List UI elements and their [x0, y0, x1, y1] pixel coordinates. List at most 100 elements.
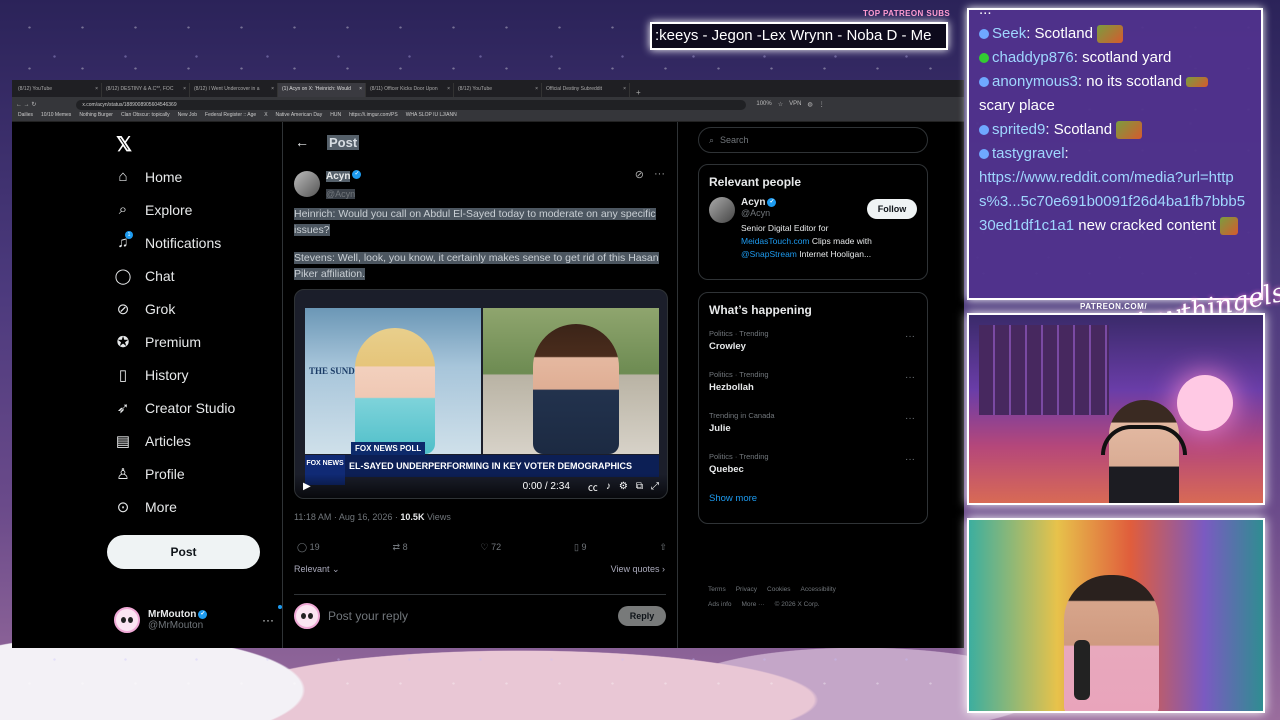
- person-avatar[interactable]: [709, 197, 735, 223]
- back-arrow-icon[interactable]: ←: [295, 134, 309, 150]
- reply-button[interactable]: Reply: [618, 606, 666, 626]
- post-author[interactable]: Acyn ✓ @Acyn: [294, 166, 362, 202]
- emote-icon: [1186, 77, 1209, 88]
- bookmark-item[interactable]: Clan Obscur: topically: [121, 112, 170, 121]
- more-dots-icon[interactable]: ···: [905, 372, 915, 383]
- address-input[interactable]: x.com/acyn/status/1889008905604546369: [76, 99, 747, 110]
- post-column: ← Post Acyn ✓ @Acyn ⊘ ··· Heinrich: Would…: [282, 122, 678, 648]
- nav-history[interactable]: ▯ History: [114, 366, 189, 384]
- view-quotes-link[interactable]: View quotes ›: [611, 564, 665, 574]
- close-tab-icon[interactable]: ×: [183, 86, 186, 92]
- article-icon: ▤: [115, 433, 131, 450]
- bookmark-item[interactable]: Nothing Burger: [79, 112, 113, 121]
- share-icon[interactable]: ⇧: [659, 542, 667, 553]
- follow-button[interactable]: Follow: [867, 199, 917, 219]
- repost-icon: ⇄: [392, 542, 401, 552]
- trend-item[interactable]: Politics · Trending Crowley ···: [699, 325, 927, 366]
- play-icon[interactable]: ▶: [303, 481, 311, 492]
- browser-tab[interactable]: (8/12) I Went Undercover in a ×: [190, 83, 278, 97]
- trend-item[interactable]: Politics · Trending Quebec ···: [699, 448, 927, 489]
- bookmark-item[interactable]: WHA SLOP IU LJ/ANN: [406, 112, 457, 121]
- nav-profile[interactable]: ♙ Profile: [114, 465, 184, 483]
- browser-tab[interactable]: (8/12) YouTube ×: [454, 83, 542, 97]
- url-bar: ← → ↻ x.com/acyn/status/1889008905604546…: [12, 97, 964, 112]
- x-page: 𝕏 ⌂ Home ⌕ Explore ♫ 1 Notifications ◯ Chat ⊘…: [12, 122, 964, 648]
- bookmark-item[interactable]: New Job: [178, 112, 197, 121]
- like-action[interactable]: ♡ 72: [481, 542, 502, 553]
- browser-tab[interactable]: (8/12) DESTINY & A.C**, FOC ×: [102, 83, 190, 97]
- bookmark-item[interactable]: HUN: [330, 112, 341, 121]
- star-icon[interactable]: ☆: [778, 101, 783, 108]
- bookmark-item[interactable]: Dailies: [18, 112, 33, 121]
- close-tab-icon[interactable]: ×: [447, 86, 450, 92]
- nav-chat[interactable]: ◯ Chat: [114, 267, 175, 285]
- close-tab-icon[interactable]: ×: [535, 86, 538, 92]
- account-switcher[interactable]: MrMouton ✓ @MrMouton ···: [114, 605, 282, 633]
- chat-message: Seek: Scotland: [979, 22, 1251, 46]
- volume-icon[interactable]: ♪: [606, 481, 611, 492]
- patreon-ticker: :keeys - Jegon -Lex Wrynn - Noba D - Me: [650, 22, 948, 50]
- nav-home[interactable]: ⌂ Home: [114, 168, 182, 185]
- browser-tab[interactable]: (8/11) Officer Kicks Door Upon ×: [366, 83, 454, 97]
- browser-tab-active[interactable]: (1) Acyn on X: 'Heinrich: Would ×: [278, 83, 366, 97]
- bookmark-item[interactable]: https://i.imgur.com/PS: [349, 112, 398, 121]
- grok-explain-icon[interactable]: ⊘: [635, 168, 644, 181]
- zoom-level[interactable]: 100%: [756, 101, 771, 108]
- nav-explore[interactable]: ⌕ Explore: [114, 201, 193, 218]
- reply-input[interactable]: Post your reply: [328, 609, 610, 623]
- forward-icon[interactable]: →: [24, 102, 30, 108]
- emote-icon: [1220, 217, 1239, 236]
- trend-item[interactable]: Trending in Canada Julie ···: [699, 407, 927, 448]
- nav-creator-studio[interactable]: ➶ Creator Studio: [114, 399, 236, 417]
- notification-badge: 1: [125, 231, 133, 239]
- captions-icon[interactable]: ㏄: [588, 479, 598, 494]
- bookmark-action[interactable]: ▯ 9: [574, 542, 586, 553]
- browser-tab[interactable]: Official Destiny Subreddit ×: [542, 83, 630, 97]
- nav-grok[interactable]: ⊘ Grok: [114, 300, 176, 318]
- repost-action[interactable]: ⇄ 8: [393, 542, 408, 553]
- relevant-person[interactable]: Acyn ✓ @Acyn Senior Digital Editor for Me…: [699, 189, 927, 269]
- bookmark-item[interactable]: Federal Register :: Age: [205, 112, 256, 121]
- close-tab-icon[interactable]: ×: [95, 86, 98, 92]
- more-dots-icon[interactable]: ···: [262, 613, 274, 627]
- bookmark-item[interactable]: Native American Day: [276, 112, 323, 121]
- vpn-badge[interactable]: VPN: [789, 101, 801, 108]
- more-dots-icon[interactable]: ···: [905, 454, 915, 465]
- more-dots-icon[interactable]: ···: [654, 168, 665, 181]
- more-dots-icon[interactable]: ···: [905, 331, 915, 342]
- post-button[interactable]: Post: [107, 535, 260, 569]
- fullscreen-icon[interactable]: ⤢: [651, 481, 659, 492]
- close-tab-icon[interactable]: ×: [359, 86, 362, 92]
- close-tab-icon[interactable]: ×: [623, 86, 626, 92]
- author-avatar[interactable]: [294, 171, 320, 197]
- video-player[interactable]: THE SUNDA FOX NEWS POLL EL-SAYED UNDERPE…: [294, 289, 668, 499]
- search-input[interactable]: ⌕ Search: [698, 127, 928, 153]
- nav-notifications[interactable]: ♫ 1 Notifications: [114, 231, 221, 251]
- reload-icon[interactable]: ↻: [31, 101, 36, 108]
- trend-item[interactable]: Politics · Trending Hezbollah ···: [699, 366, 927, 407]
- nav-premium[interactable]: ✪ Premium: [114, 333, 201, 351]
- sort-relevant[interactable]: Relevant ⌄: [294, 564, 340, 575]
- sidebar-footer: Terms Privacy Cookies Accessibility Ads inf…: [708, 586, 836, 608]
- chat-message: chaddyp876: scotland yard: [979, 46, 1251, 70]
- settings-icon[interactable]: ⚙: [619, 481, 628, 492]
- back-icon[interactable]: ←: [16, 102, 22, 108]
- bookmark-item[interactable]: 10/10 Memes: [41, 112, 71, 121]
- reply-action[interactable]: ◯ 19: [297, 542, 320, 553]
- reply-composer: Post your reply Reply: [294, 594, 666, 629]
- new-tab-icon[interactable]: +: [630, 88, 647, 97]
- reply-icon: ◯: [297, 542, 308, 552]
- bookmark-item[interactable]: X: [264, 112, 267, 121]
- patreon-header: TOP PATREON SUBS: [863, 9, 951, 18]
- browser-tab[interactable]: (8/12) YouTube ×: [14, 83, 102, 97]
- show-more-link[interactable]: Show more: [699, 489, 927, 516]
- tab-bar: (8/12) YouTube × (8/12) DESTINY & A.C**, …: [12, 80, 964, 97]
- extensions-icon[interactable]: ◍: [807, 101, 812, 108]
- more-dots-icon[interactable]: ···: [905, 413, 915, 424]
- nav-more[interactable]: ⊙ More: [114, 498, 177, 516]
- close-tab-icon[interactable]: ×: [271, 86, 274, 92]
- x-logo-icon[interactable]: 𝕏: [116, 132, 132, 157]
- menu-icon[interactable]: ⋮: [819, 101, 825, 108]
- nav-articles[interactable]: ▤ Articles: [114, 432, 191, 450]
- pip-icon[interactable]: ⧉: [636, 481, 643, 492]
